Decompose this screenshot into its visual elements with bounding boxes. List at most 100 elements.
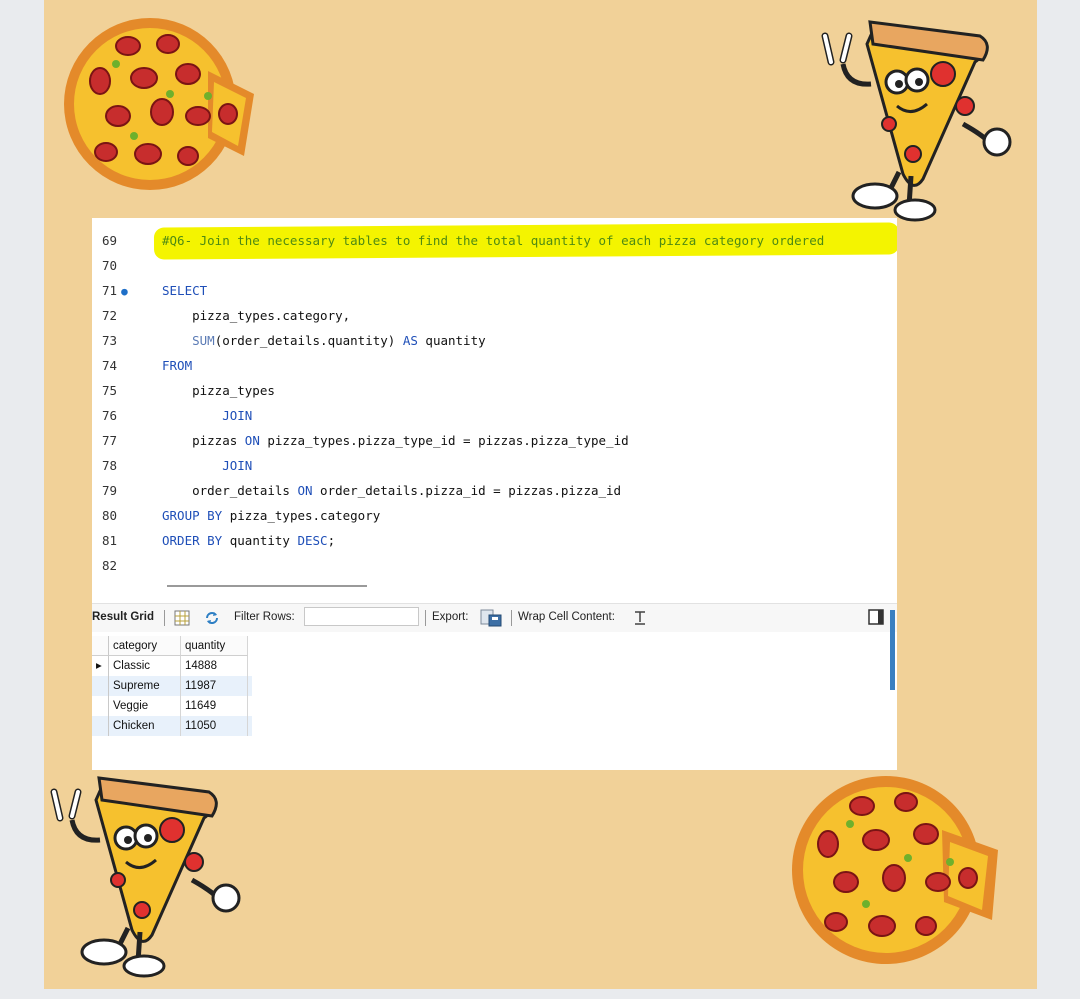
code-line[interactable]: 74 FROM [92, 353, 897, 378]
sql-token: pizza_types.category [222, 508, 381, 523]
pizza-icon [792, 776, 998, 964]
sql-keyword: ON [244, 433, 260, 448]
wrap-text-icon[interactable] [633, 610, 647, 626]
cell-quantity[interactable]: 14888 [181, 656, 248, 676]
sql-token: order_details [162, 483, 298, 498]
export-icon[interactable] [480, 609, 502, 627]
line-number: 80 [102, 508, 118, 523]
line-number: 81 [102, 533, 118, 548]
sql-function: SUM [192, 333, 215, 348]
sql-token: quantity [417, 333, 486, 348]
sql-workbench-panel: 69 #Q6- Join the necessary tables to find… [92, 218, 897, 770]
sql-editor[interactable]: 69 #Q6- Join the necessary tables to find… [92, 218, 897, 587]
sql-keyword: FROM [162, 358, 193, 373]
sql-keyword: DESC [297, 533, 328, 548]
line-number: 75 [102, 383, 118, 398]
side-panel-edge [890, 610, 895, 690]
code-text: ORDER BY quantity DESC; [162, 528, 335, 553]
sql-token: pizza_types.pizza_type_id = pizzas.pizza… [259, 433, 629, 448]
sql-keyword: ORDER BY [162, 533, 223, 548]
line-number: 78 [102, 458, 118, 473]
sql-token: pizzas [162, 433, 245, 448]
code-text: SELECT [162, 278, 207, 303]
sql-token: pizza_types [162, 383, 275, 398]
row-marker-icon: ▸ [92, 656, 109, 676]
export-label: Export: [432, 611, 469, 623]
line-number: 72 [102, 308, 118, 323]
sql-keyword: JOIN [222, 408, 253, 423]
grid-header-row: category quantity [92, 636, 252, 656]
table-row[interactable]: Chicken 11050 [92, 716, 252, 736]
code-text: GROUP BY pizza_types.category [162, 503, 380, 528]
cell-category[interactable]: Veggie [109, 696, 181, 716]
cell-quantity[interactable]: 11987 [181, 676, 248, 696]
pizza-icon [64, 18, 254, 190]
horizontal-scrollbar[interactable] [167, 585, 367, 587]
table-row[interactable]: Veggie 11649 [92, 696, 252, 716]
code-text: JOIN [162, 403, 252, 428]
line-number: 71 ● [102, 283, 128, 298]
sql-keyword: SELECT [162, 283, 208, 298]
code-line[interactable]: 76 JOIN [92, 403, 897, 428]
code-line[interactable]: 82 [92, 553, 897, 578]
code-line[interactable]: 80 GROUP BY pizza_types.category [92, 503, 897, 528]
sql-token: (order_details.quantity) [214, 333, 403, 348]
pizza-mascot-icon [50, 776, 241, 978]
sql-keyword: AS [402, 333, 418, 348]
cell-quantity[interactable]: 11050 [181, 716, 248, 736]
sql-comment: #Q6- Join the necessary tables to find t… [162, 233, 825, 248]
code-line[interactable]: 77 pizzas ON pizza_types.pizza_type_id =… [92, 428, 897, 453]
line-number: 74 [102, 358, 118, 373]
filter-rows-label: Filter Rows: [234, 611, 295, 623]
cell-category[interactable]: Classic [109, 656, 181, 676]
sql-keyword: GROUP BY [162, 508, 223, 523]
table-row[interactable]: ▸ Classic 14888 [92, 656, 252, 676]
sql-token: pizza_types.category, [162, 308, 351, 323]
column-header-quantity[interactable]: quantity [181, 636, 248, 656]
code-line[interactable]: 81 ORDER BY quantity DESC; [92, 528, 897, 553]
sql-keyword: ON [297, 483, 313, 498]
line-number: 79 [102, 483, 118, 498]
code-line[interactable]: 72 pizza_types.category, [92, 303, 897, 328]
line-number: 69 [102, 233, 118, 248]
code-text: FROM [162, 353, 192, 378]
code-line[interactable]: 79 order_details ON order_details.pizza_… [92, 478, 897, 503]
code-text: JOIN [162, 453, 252, 478]
code-text: #Q6- Join the necessary tables to find t… [162, 228, 824, 253]
refresh-icon[interactable] [204, 610, 220, 626]
filter-rows-input[interactable] [304, 607, 419, 626]
execution-marker-icon: ● [121, 285, 128, 298]
wrap-cell-label: Wrap Cell Content: [518, 611, 615, 623]
code-line[interactable]: 70 [92, 253, 897, 278]
sql-token: ; [327, 533, 336, 548]
column-header-category[interactable]: category [109, 636, 181, 656]
code-line[interactable]: 71 ● SELECT [92, 278, 897, 303]
panel-toggle-icon[interactable] [868, 609, 884, 625]
code-line[interactable]: 75 pizza_types [92, 378, 897, 403]
code-text: SUM(order_details.quantity) AS quantity [162, 328, 486, 353]
sql-keyword: JOIN [222, 458, 253, 473]
line-number: 70 [102, 258, 118, 273]
sql-token: quantity [222, 533, 298, 548]
code-text: pizza_types.category, [162, 303, 350, 328]
code-line[interactable]: 73 SUM(order_details.quantity) AS quanti… [92, 328, 897, 353]
code-line[interactable]: 69 #Q6- Join the necessary tables to find… [92, 228, 897, 253]
cell-quantity[interactable]: 11649 [181, 696, 248, 716]
cell-category[interactable]: Chicken [109, 716, 181, 736]
code-line[interactable]: 78 JOIN [92, 453, 897, 478]
table-row[interactable]: Supreme 11987 [92, 676, 252, 696]
line-number: 77 [102, 433, 118, 448]
result-grid-label: Result Grid [92, 611, 154, 623]
cell-category[interactable]: Supreme [109, 676, 181, 696]
sql-token: order_details.pizza_id = pizzas.pizza_id [312, 483, 622, 498]
grid-icon[interactable] [174, 610, 190, 626]
pizza-mascot-icon [821, 20, 1012, 222]
code-text: pizzas ON pizza_types.pizza_type_id = pi… [162, 428, 629, 453]
result-toolbar: Result Grid Filter Rows: Export: Wrap Ce… [92, 603, 897, 632]
code-text: order_details ON order_details.pizza_id … [162, 478, 621, 503]
line-number: 82 [102, 558, 118, 573]
line-number: 76 [102, 408, 118, 423]
